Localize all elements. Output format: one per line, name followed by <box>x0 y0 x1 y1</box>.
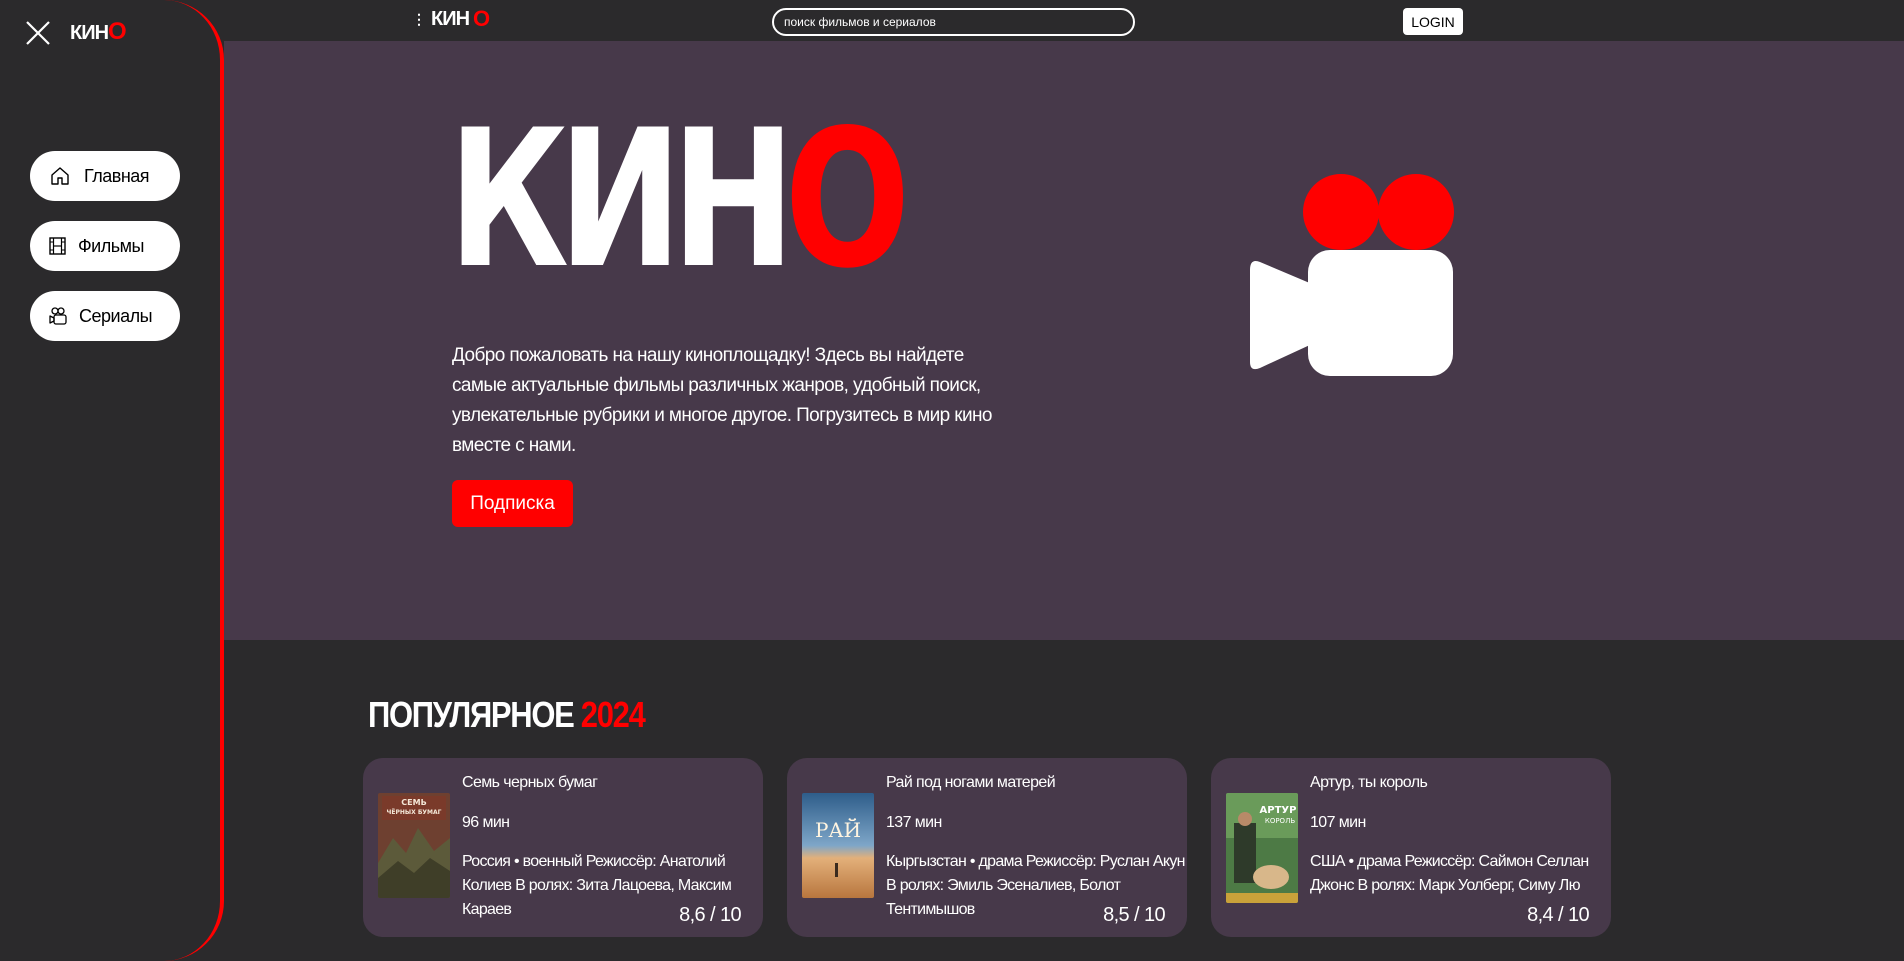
svg-text:КОРОЛЬ: КОРОЛЬ <box>1265 817 1295 825</box>
movie-duration: 137 мин <box>886 814 942 831</box>
movie-rating: 8,4 / 10 <box>1527 904 1590 926</box>
sidebar-item-series[interactable]: Сериалы <box>30 291 180 341</box>
sidebar: КИНО Главная Фильмы Сериалы <box>0 0 224 961</box>
section-title-year: 2024 <box>580 694 646 735</box>
section-title-text: ПОПУЛЯРНОЕ <box>368 694 575 735</box>
movie-card[interactable]: СЕМЬ ЧЁРНЫХ БУМАГ Семь черных бумаг 96 м… <box>363 758 763 937</box>
section-title: ПОПУЛЯРНОЕ 2024 <box>368 694 646 736</box>
hero-logo-text: КИН <box>448 89 795 310</box>
svg-text:АРТУР: АРТУР <box>1260 805 1297 816</box>
movie-info: США • драма Режиссёр: Саймон Селлан Джон… <box>1310 853 1589 894</box>
movie-card[interactable]: РАЙ Рай под ногами матерей 137 мин Кыргы… <box>787 758 1187 937</box>
hero-logo-accent: О <box>784 89 910 310</box>
header-logo-accent: О <box>473 6 490 31</box>
sidebar-item-label: Сериалы <box>79 305 153 326</box>
sidebar-item-label: Фильмы <box>78 235 144 256</box>
camera-icon <box>49 307 67 325</box>
sidebar-item-home[interactable]: Главная <box>30 151 180 201</box>
movie-camera-icon <box>1250 174 1454 376</box>
movie-title[interactable]: Семь черных бумаг <box>462 774 598 792</box>
movie-title[interactable]: Рай под ногами матерей <box>886 774 1056 792</box>
movie-rating: 8,5 / 10 <box>1103 904 1166 926</box>
movie-rating: 8,6 / 10 <box>679 904 742 926</box>
sidebar-logo-accent: О <box>108 18 127 45</box>
subscribe-button[interactable]: Подписка <box>452 480 573 527</box>
header-logo-text: КИН <box>431 7 470 30</box>
svg-text:ЧЁРНЫХ БУМАГ: ЧЁРНЫХ БУМАГ <box>387 809 442 816</box>
movie-duration: 107 мин <box>1310 814 1366 831</box>
sidebar-logo[interactable]: КИНО <box>70 18 127 46</box>
close-icon[interactable] <box>24 19 52 47</box>
movie-poster: АРТУР КОРОЛЬ <box>1226 793 1298 903</box>
header-logo[interactable]: ⋮ КИН О <box>412 6 490 32</box>
menu-dots-icon[interactable]: ⋮ <box>412 11 426 28</box>
sidebar-logo-text: КИН <box>70 22 109 44</box>
movie-poster: СЕМЬ ЧЁРНЫХ БУМАГ <box>378 793 450 898</box>
hero-description: Добро пожаловать на нашу киноплощадку! З… <box>452 345 992 456</box>
sidebar-item-label: Главная <box>84 165 150 186</box>
movie-duration: 96 мин <box>462 814 510 831</box>
top-bar: ⋮ КИНО LOGIN <box>0 0 1904 41</box>
login-button[interactable]: LOGIN <box>1403 8 1463 35</box>
movie-card[interactable]: АРТУР КОРОЛЬ Артур, ты король 107 мин СШ… <box>1211 758 1611 937</box>
hero-logo: КИНО <box>448 105 910 295</box>
movie-poster: РАЙ <box>802 793 874 898</box>
sidebar-item-films[interactable]: Фильмы <box>30 221 180 271</box>
movie-title[interactable]: Артур, ты король <box>1310 774 1428 792</box>
search-input[interactable] <box>772 8 1135 36</box>
home-icon <box>51 167 69 185</box>
svg-text:СЕМЬ: СЕМЬ <box>401 798 426 807</box>
svg-text:РАЙ: РАЙ <box>815 817 861 842</box>
film-icon <box>49 237 66 255</box>
